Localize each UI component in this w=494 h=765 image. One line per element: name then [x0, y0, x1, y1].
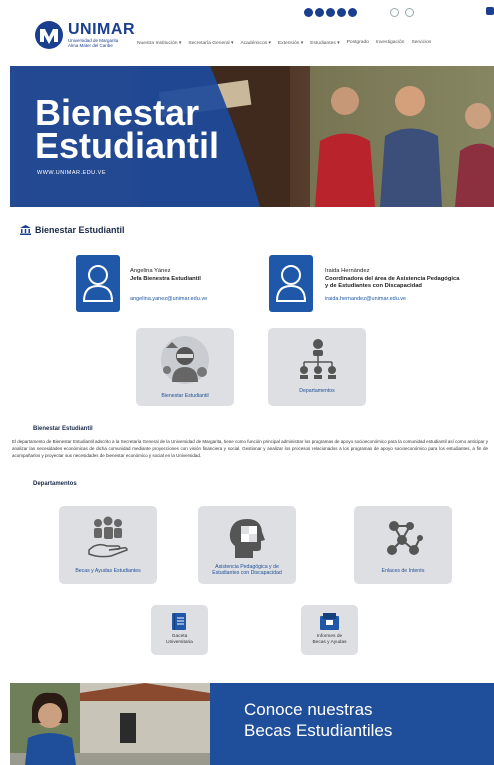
hero-title-line2: Estudiantil — [35, 125, 220, 166]
tile-label: Bienestar Estudiantil — [161, 393, 209, 399]
dept-tile-enlaces[interactable]: Enlaces de Interés — [354, 506, 452, 584]
university-icon — [20, 225, 31, 235]
linkedin-icon[interactable] — [348, 8, 357, 17]
nav-item-servicios[interactable]: Servicios — [411, 40, 431, 46]
tile-bienestar[interactable]: Bienestar Estudiantil — [136, 328, 234, 406]
facebook-icon[interactable] — [315, 8, 324, 17]
tile-informes[interactable]: Informes de Becas y Ayudas — [301, 605, 358, 655]
nav-item-academicos[interactable]: Académicos ▾ — [240, 40, 270, 46]
staff-role-2: y de Estudiantes con Discapacidad — [325, 283, 422, 289]
staff-name: Angelina Yánez — [130, 268, 171, 274]
email-icon[interactable] — [304, 8, 313, 17]
page: UNIMAR Universidad de Margarita Alma Mat… — [0, 0, 494, 765]
unimar-logo[interactable]: UNIMAR Universidad de Margarita Alma Mat… — [33, 20, 135, 50]
banner-title-line2: Becas Estudiantiles — [244, 721, 393, 740]
user-avatar-icon — [82, 265, 114, 302]
user-icon[interactable] — [486, 7, 494, 15]
student-icon — [161, 336, 209, 384]
tile-label-2: Becas y Ayudas — [312, 640, 347, 645]
report-icon — [320, 613, 339, 630]
section-heading: Bienestar Estudiantil — [20, 225, 125, 235]
staff-email[interactable]: angelina.yanez@unimar.edu.ve — [130, 296, 207, 302]
user-avatar-icon — [275, 265, 307, 302]
hero-url: WWW.UNIMAR.EDU.VE — [37, 170, 106, 176]
scholarship-icon — [88, 516, 128, 558]
hero-title: Bienestar Estudiantil — [35, 95, 220, 166]
tile-departamentos[interactable]: Departamentos — [268, 328, 366, 406]
logo-subtitle-2: Alma Mater del Caribe — [68, 43, 113, 48]
settings-icon[interactable] — [390, 8, 399, 17]
main-nav: Nuestra Institución ▾ Secretaría General… — [137, 40, 431, 46]
portal-icon[interactable] — [405, 8, 414, 17]
staff-name: Iraida Hernández — [325, 268, 370, 274]
network-icon — [387, 521, 423, 555]
nav-item-investigacion[interactable]: Investigación — [376, 40, 405, 46]
becas-banner[interactable]: Conoce nuestras Becas Estudiantiles — [10, 683, 494, 765]
nav-item-secretaria[interactable]: Secretaría General ▾ — [188, 40, 233, 46]
staff-role: Jefa Bienestra Estudiantil — [130, 276, 201, 282]
site-header: UNIMAR Universidad de Margarita Alma Mat… — [0, 0, 494, 66]
avatar — [269, 255, 313, 312]
book-icon — [172, 613, 186, 630]
tile-label: Enlaces de Interés — [381, 568, 425, 574]
tile-label: Becas y Ayudas Estudiantes — [75, 568, 141, 574]
org-chart-icon — [300, 339, 336, 379]
departments-title: Departamentos — [33, 481, 77, 487]
nav-item-estudiantes[interactable]: Estudiantes ▾ — [310, 40, 339, 46]
banner-photo — [10, 683, 210, 765]
tile-label: Departamentos — [299, 388, 335, 394]
tile-label-2: Estudiantes con Discapacidad — [212, 570, 282, 576]
nav-item-postgrado[interactable]: Postgrado — [347, 40, 369, 46]
dept-tile-asistencia[interactable]: Asistencia Pedagógica y de Estudiantes c… — [198, 506, 296, 584]
avatar — [76, 255, 120, 312]
banner-title-line1: Conoce nuestras — [244, 700, 373, 719]
logo-name: UNIMAR — [68, 21, 135, 38]
youtube-icon[interactable] — [337, 8, 346, 17]
section-title: Bienestar Estudiantil — [35, 225, 125, 235]
social-links — [304, 8, 357, 17]
staff-email[interactable]: iraida.hernandez@unimar.edu.ve — [325, 296, 406, 302]
banner-title: Conoce nuestras Becas Estudiantiles — [244, 699, 392, 741]
tile-label-2: Universitaria — [166, 640, 193, 645]
dept-tile-becas[interactable]: Becas y Ayudas Estudiantes — [59, 506, 157, 584]
instagram-icon[interactable] — [326, 8, 335, 17]
nav-item-extension[interactable]: Extensión ▾ — [278, 40, 303, 46]
hero-banner: Bienestar Estudiantil WWW.UNIMAR.EDU.VE — [10, 66, 494, 207]
header-tools — [390, 8, 414, 17]
unimar-logo-icon — [35, 21, 63, 49]
staff-role: Coordinadora del área de Asistencia Peda… — [325, 276, 460, 282]
about-title: Bienestar Estudiantil — [33, 426, 93, 432]
head-puzzle-icon — [229, 519, 265, 558]
tile-gaceta[interactable]: Gaceta Universitaria — [151, 605, 208, 655]
about-text: El departamento de Bienestar Estudiantil… — [12, 439, 488, 458]
nav-item-institucion[interactable]: Nuestra Institución ▾ — [137, 40, 181, 46]
